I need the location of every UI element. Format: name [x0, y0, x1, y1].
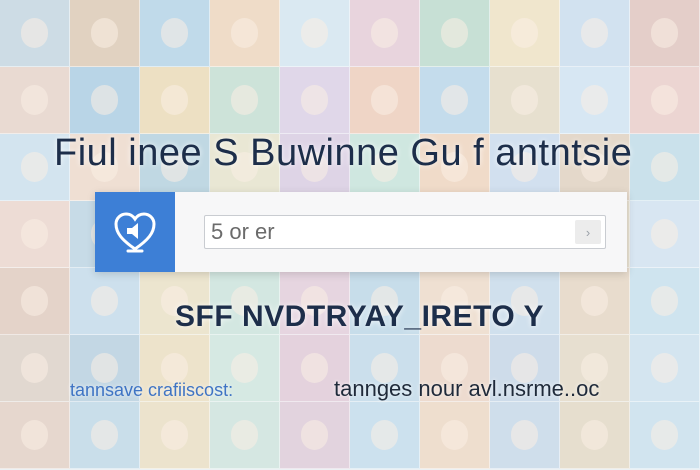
search-bar: ›: [95, 192, 627, 272]
hero-title: Fiul inee S Buwinne Gu f antntsie: [54, 132, 633, 174]
brand-logo[interactable]: [95, 192, 175, 272]
search-field[interactable]: ›: [204, 215, 606, 249]
search-submit-button[interactable]: ›: [575, 220, 601, 244]
hero-headline: SFF NVDTRYAY_IRETO Y: [175, 300, 545, 333]
search-input[interactable]: [205, 216, 541, 248]
link-left[interactable]: tannsave crafiiscost:: [70, 380, 233, 401]
heart-speaker-icon: [114, 212, 156, 253]
link-right[interactable]: tannges nour avl.nsrme..oc: [334, 376, 599, 402]
search-submit-label: ›: [585, 224, 591, 240]
